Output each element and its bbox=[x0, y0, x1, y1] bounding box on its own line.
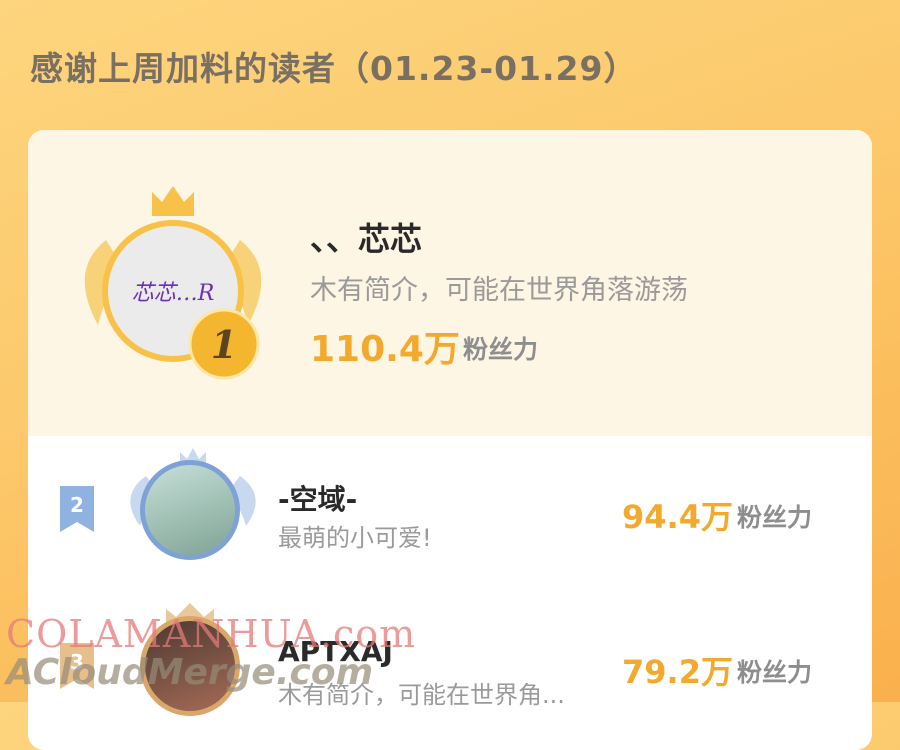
page-title: 感谢上周加料的读者（01.23-01.29） bbox=[30, 49, 638, 88]
fan-power-label: 粉丝力 bbox=[737, 658, 813, 687]
rank-1-number: 1 bbox=[211, 322, 237, 367]
watermark: ACloudMerge.com bbox=[6, 652, 374, 693]
top-reader-section[interactable]: 芯芯…R 1 、、芯芯 木有简介，可能在世界角落游荡 110.4万 粉丝力 bbox=[28, 130, 872, 436]
fan-power-value: 94.4万 bbox=[622, 498, 733, 536]
watermark: COLAMANHUA.com bbox=[6, 612, 417, 656]
avatar[interactable] bbox=[140, 460, 240, 560]
reader-bio: 木有简介，可能在世界角落游荡 bbox=[310, 275, 688, 306]
reader-name[interactable]: -空域- bbox=[278, 478, 357, 518]
list-item[interactable]: 2 -空域- 最萌的小可爱! 94.4万 粉丝力 bbox=[28, 436, 872, 571]
rank-2-number: 2 bbox=[70, 493, 84, 517]
fan-power-label: 粉丝力 bbox=[737, 503, 813, 532]
crown-icon bbox=[152, 186, 194, 216]
fan-power-value: 79.2万 bbox=[622, 653, 733, 691]
fan-power-label: 粉丝力 bbox=[463, 335, 539, 364]
rank-2-badge-icon: 2 bbox=[60, 486, 94, 532]
rank-1-medal-icon: 1 bbox=[188, 308, 260, 380]
reader-bio: 最萌的小可爱! bbox=[278, 524, 432, 552]
reader-name[interactable]: 、、芯芯 bbox=[310, 214, 422, 260]
avatar-text: 芯芯…R bbox=[131, 281, 215, 306]
fan-power-value: 110.4万 bbox=[310, 329, 460, 370]
